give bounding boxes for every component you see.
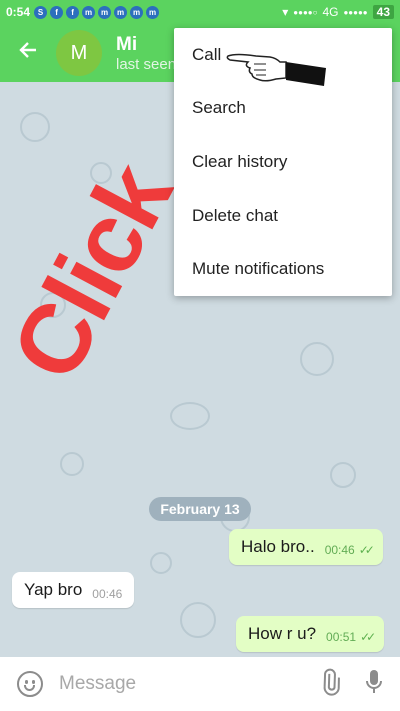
signal-indicator-2: ●●●●●: [343, 7, 368, 17]
background-doodle: [150, 552, 172, 574]
message-time: 00:46: [92, 587, 123, 601]
date-separator: February 13: [149, 497, 251, 521]
notification-icons: S f f m m m m m: [34, 5, 160, 19]
notification-icon: S: [34, 5, 48, 19]
message-input-bar: [0, 657, 400, 711]
signal-indicator: ●●●●○: [293, 7, 318, 17]
message-bubble-incoming[interactable]: Yap bro 00:46: [12, 572, 135, 608]
chat-name: Mi: [116, 33, 138, 55]
notification-icon: m: [98, 5, 112, 19]
message-input[interactable]: [59, 673, 322, 695]
notification-icon: m: [114, 5, 128, 19]
notification-icon: m: [146, 5, 160, 19]
message-bubble-outgoing[interactable]: Halo bro.. 00:46 ✓✓: [229, 529, 383, 565]
background-doodle: [180, 602, 216, 638]
menu-item-clear-history[interactable]: Clear history: [174, 135, 392, 189]
wifi-icon: ▾: [282, 5, 289, 19]
emoji-icon[interactable]: [17, 671, 43, 697]
attach-icon[interactable]: [314, 664, 352, 703]
network-type: 4G: [322, 5, 339, 19]
pointing-hand-icon: [226, 48, 330, 93]
menu-item-delete-chat[interactable]: Delete chat: [174, 189, 392, 243]
chat-info[interactable]: Mi last seen: [116, 34, 176, 73]
message-text: How r u?: [248, 624, 317, 643]
notification-icon: m: [130, 5, 144, 19]
battery-indicator: 43: [372, 5, 394, 19]
background-doodle: [20, 112, 50, 142]
notification-icon: f: [66, 5, 80, 19]
notification-icon: f: [50, 5, 64, 19]
menu-item-mute-notifications[interactable]: Mute notifications: [174, 242, 392, 296]
chat-status: last seen: [116, 55, 177, 73]
message-text: Yap bro: [24, 580, 83, 599]
background-doodle: [60, 452, 84, 476]
status-time: 0:54: [6, 5, 31, 19]
message-bubble-outgoing[interactable]: How r u? 00:51 ✓✓: [236, 616, 385, 652]
back-arrow-icon[interactable]: [0, 39, 56, 67]
message-text: Halo bro..: [241, 537, 315, 556]
background-doodle: [170, 402, 210, 430]
read-ticks-icon: ✓✓: [358, 543, 375, 557]
mic-icon[interactable]: [366, 669, 382, 700]
message-time: 00:51: [326, 630, 357, 644]
status-bar: 0:54 S f f m m m m m ▾ ●●●●○ 4G ●●●●● 43: [0, 0, 400, 24]
notification-icon: m: [82, 5, 96, 19]
background-doodle: [300, 342, 334, 376]
avatar[interactable]: M: [56, 30, 102, 76]
message-time: 00:46: [324, 543, 355, 557]
background-doodle: [330, 462, 356, 488]
status-right: ▾ ●●●●○ 4G ●●●●● 43: [282, 5, 394, 19]
read-ticks-icon: ✓✓: [360, 630, 376, 644]
